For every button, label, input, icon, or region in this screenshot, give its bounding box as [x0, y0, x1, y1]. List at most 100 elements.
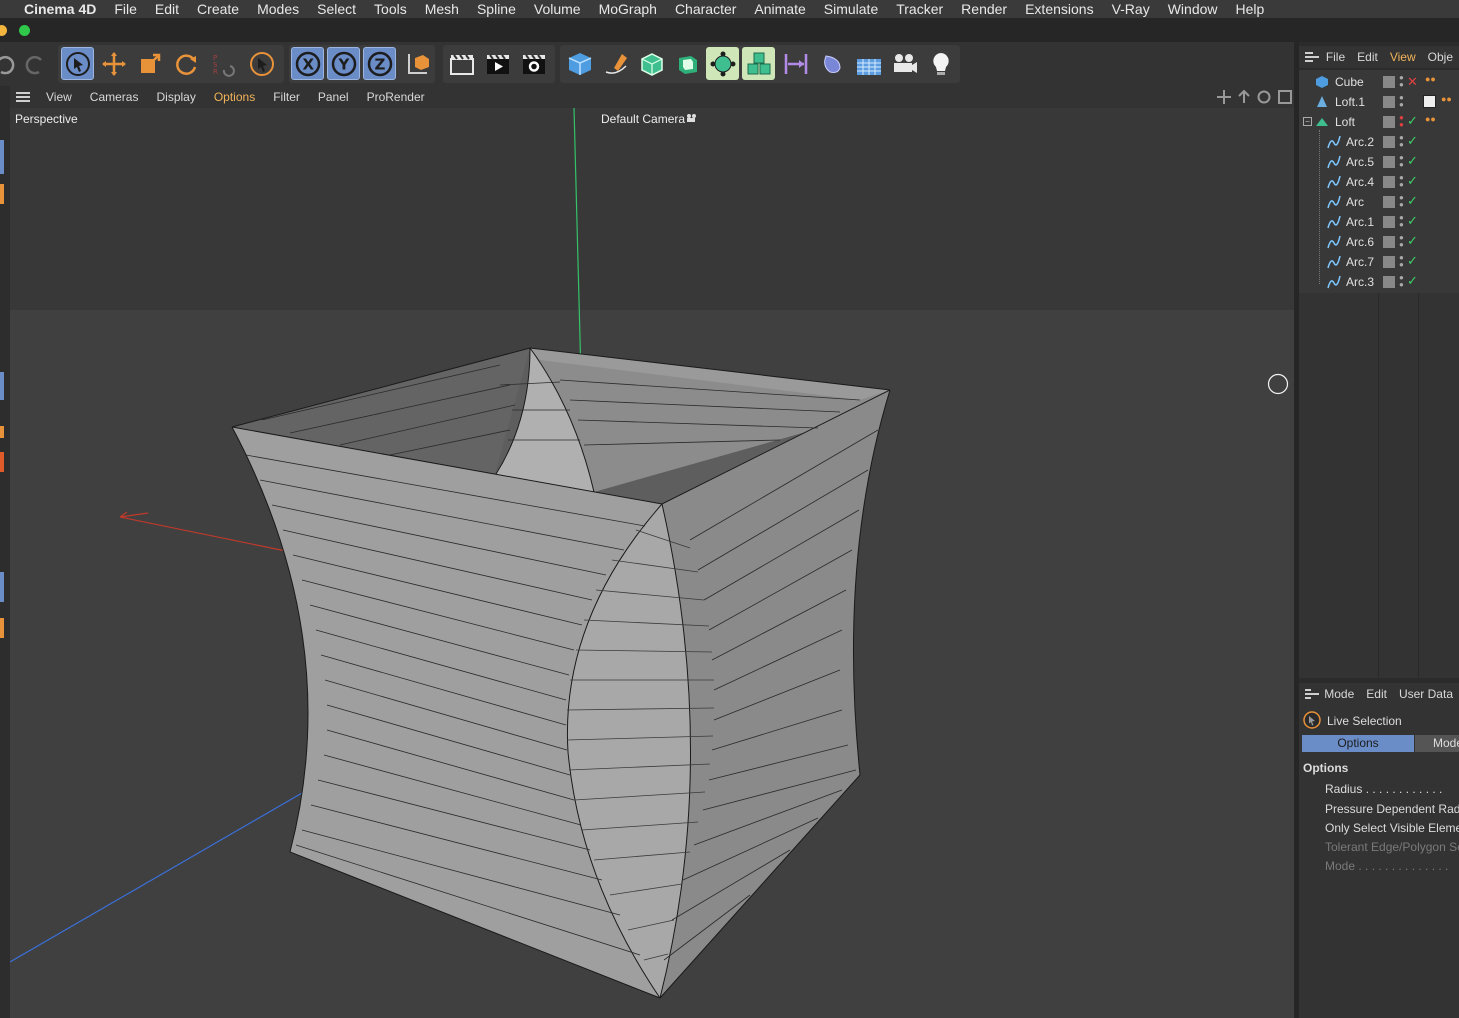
- viewport-menu-view[interactable]: View: [37, 90, 81, 104]
- object-row-arc-3[interactable]: Arc.3 ● ● ✓: [1299, 272, 1459, 292]
- menu-modes[interactable]: Modes: [248, 0, 308, 18]
- visibility-dots[interactable]: ● ●: [1399, 74, 1404, 89]
- viewport-menu-options[interactable]: Options: [205, 90, 264, 104]
- disabled-x-icon[interactable]: ✕: [1407, 74, 1418, 90]
- visibility-dots[interactable]: ● ●: [1399, 214, 1404, 229]
- enabled-check-icon[interactable]: ✓: [1407, 273, 1418, 289]
- visibility-dots[interactable]: ● ●: [1399, 94, 1404, 109]
- enabled-check-icon[interactable]: ✓: [1407, 193, 1418, 209]
- menu-volume[interactable]: Volume: [525, 0, 590, 18]
- edit-tag-icon[interactable]: [1383, 176, 1395, 188]
- cloner-icon[interactable]: [742, 47, 775, 80]
- menu-edit[interactable]: Edit: [146, 0, 188, 18]
- object-row-arc-7[interactable]: Arc.7 ● ● ✓: [1299, 252, 1459, 272]
- subdivision-icon[interactable]: [635, 47, 668, 80]
- render-region-icon[interactable]: [445, 47, 478, 80]
- y-axis-icon[interactable]: Y: [327, 47, 360, 80]
- object-row-arc-1[interactable]: Arc.1 ● ● ✓: [1299, 212, 1459, 232]
- visibility-dots[interactable]: ● ●: [1399, 114, 1404, 129]
- visibility-dots[interactable]: ● ●: [1399, 134, 1404, 149]
- light-icon[interactable]: [924, 47, 957, 80]
- edit-tag-icon[interactable]: [1383, 76, 1395, 88]
- menu-character[interactable]: Character: [666, 0, 745, 18]
- enabled-check-icon[interactable]: ✓: [1407, 113, 1418, 129]
- om-menu-view[interactable]: View: [1384, 50, 1422, 64]
- menu-file[interactable]: File: [105, 0, 146, 18]
- object-row-arc[interactable]: Arc ● ● ✓: [1299, 192, 1459, 212]
- camera-icon[interactable]: [888, 47, 921, 80]
- viewport-nav-icons[interactable]: [1216, 89, 1294, 105]
- menu-extensions[interactable]: Extensions: [1016, 0, 1102, 18]
- rotate-icon[interactable]: [169, 47, 202, 80]
- edit-tag-icon[interactable]: [1383, 276, 1395, 288]
- zoom-button[interactable]: [19, 25, 30, 36]
- live-selection-icon[interactable]: [61, 47, 94, 80]
- coordinate-system-icon[interactable]: [400, 47, 433, 80]
- pen-icon[interactable]: [599, 47, 632, 80]
- edit-tag-icon[interactable]: [1383, 216, 1395, 228]
- visibility-dots[interactable]: ● ●: [1399, 234, 1404, 249]
- snap-icon[interactable]: [0, 452, 4, 472]
- viewport-menu-prorender[interactable]: ProRender: [358, 90, 434, 104]
- menu-spline[interactable]: Spline: [468, 0, 525, 18]
- app-menu[interactable]: Cinema 4D: [0, 0, 105, 18]
- menu-select[interactable]: Select: [308, 0, 365, 18]
- object-row-arc-6[interactable]: Arc.6 ● ● ✓: [1299, 232, 1459, 252]
- edit-tag-icon[interactable]: [1383, 116, 1395, 128]
- menu-help[interactable]: Help: [1227, 0, 1274, 18]
- menu-create[interactable]: Create: [188, 0, 248, 18]
- edit-tag-icon[interactable]: [1383, 136, 1395, 148]
- x-axis-icon[interactable]: X: [291, 47, 324, 80]
- object-row-arc-4[interactable]: Arc.4 ● ● ✓: [1299, 172, 1459, 192]
- visibility-dots[interactable]: ● ●: [1399, 274, 1404, 289]
- field-only-select-visible[interactable]: Only Select Visible Elements: [1325, 821, 1459, 835]
- material-tag-icon[interactable]: ●●: [1441, 94, 1452, 104]
- menu-window[interactable]: Window: [1159, 0, 1227, 18]
- selection-tool-icon[interactable]: [245, 47, 278, 80]
- am-menu-mode[interactable]: Mode: [1318, 687, 1360, 701]
- psr-icon[interactable]: PSR: [205, 47, 238, 80]
- object-row-cube[interactable]: Cube ● ● ✕ ●●: [1299, 72, 1459, 92]
- enabled-check-icon[interactable]: ✓: [1407, 173, 1418, 189]
- redo-icon[interactable]: [16, 47, 49, 80]
- texture-tag-icon[interactable]: [1423, 95, 1436, 108]
- menu-simulate[interactable]: Simulate: [815, 0, 887, 18]
- am-menu-edit[interactable]: Edit: [1360, 687, 1393, 701]
- scene-canvas[interactable]: [10, 108, 1294, 1018]
- object-manager-menu-icon[interactable]: [1305, 52, 1319, 62]
- object-row-arc-2[interactable]: Arc.2 ● ● ✓: [1299, 132, 1459, 152]
- edges-mode-icon[interactable]: [0, 184, 4, 204]
- menu-tools[interactable]: Tools: [365, 0, 416, 18]
- tab-mode[interactable]: Mode: [1415, 735, 1459, 752]
- viewport-camera-name[interactable]: Default Camera: [601, 112, 685, 126]
- menu-mesh[interactable]: Mesh: [416, 0, 468, 18]
- enabled-check-icon[interactable]: ✓: [1407, 233, 1418, 249]
- floor-icon[interactable]: [852, 47, 885, 80]
- bend-icon[interactable]: [779, 47, 812, 80]
- enabled-check-icon[interactable]: ✓: [1407, 133, 1418, 149]
- field-pressure-dependent-radius[interactable]: Pressure Dependent Radius: [1325, 802, 1459, 816]
- edit-tag-icon[interactable]: [1383, 196, 1395, 208]
- render-settings-icon[interactable]: [517, 47, 550, 80]
- material-tag-icon[interactable]: ●●: [1425, 74, 1436, 84]
- points-mode-icon[interactable]: [0, 140, 4, 174]
- menu-tracker[interactable]: Tracker: [887, 0, 952, 18]
- extrude-icon[interactable]: [670, 47, 703, 80]
- am-menu-user-data[interactable]: User Data: [1393, 687, 1459, 701]
- render-view-icon[interactable]: [481, 47, 514, 80]
- viewport-perspective[interactable]: Perspective Default Camera: [10, 108, 1294, 1018]
- collapse-toggle[interactable]: −: [1303, 117, 1312, 126]
- om-menu-edit[interactable]: Edit: [1351, 50, 1384, 64]
- move-icon[interactable]: [97, 47, 130, 80]
- array-icon[interactable]: [706, 47, 739, 80]
- menu-animate[interactable]: Animate: [745, 0, 814, 18]
- cube-icon[interactable]: [563, 47, 596, 80]
- attribute-manager-menu-icon[interactable]: [1305, 689, 1320, 699]
- uv-mode-icon[interactable]: [0, 426, 4, 438]
- edit-tag-icon[interactable]: [1383, 256, 1395, 268]
- polygons-mode-icon[interactable]: [0, 372, 4, 400]
- scale-icon[interactable]: [133, 47, 166, 80]
- edit-tag-icon[interactable]: [1383, 156, 1395, 168]
- visibility-dots[interactable]: ● ●: [1399, 254, 1404, 269]
- enabled-check-icon[interactable]: ✓: [1407, 153, 1418, 169]
